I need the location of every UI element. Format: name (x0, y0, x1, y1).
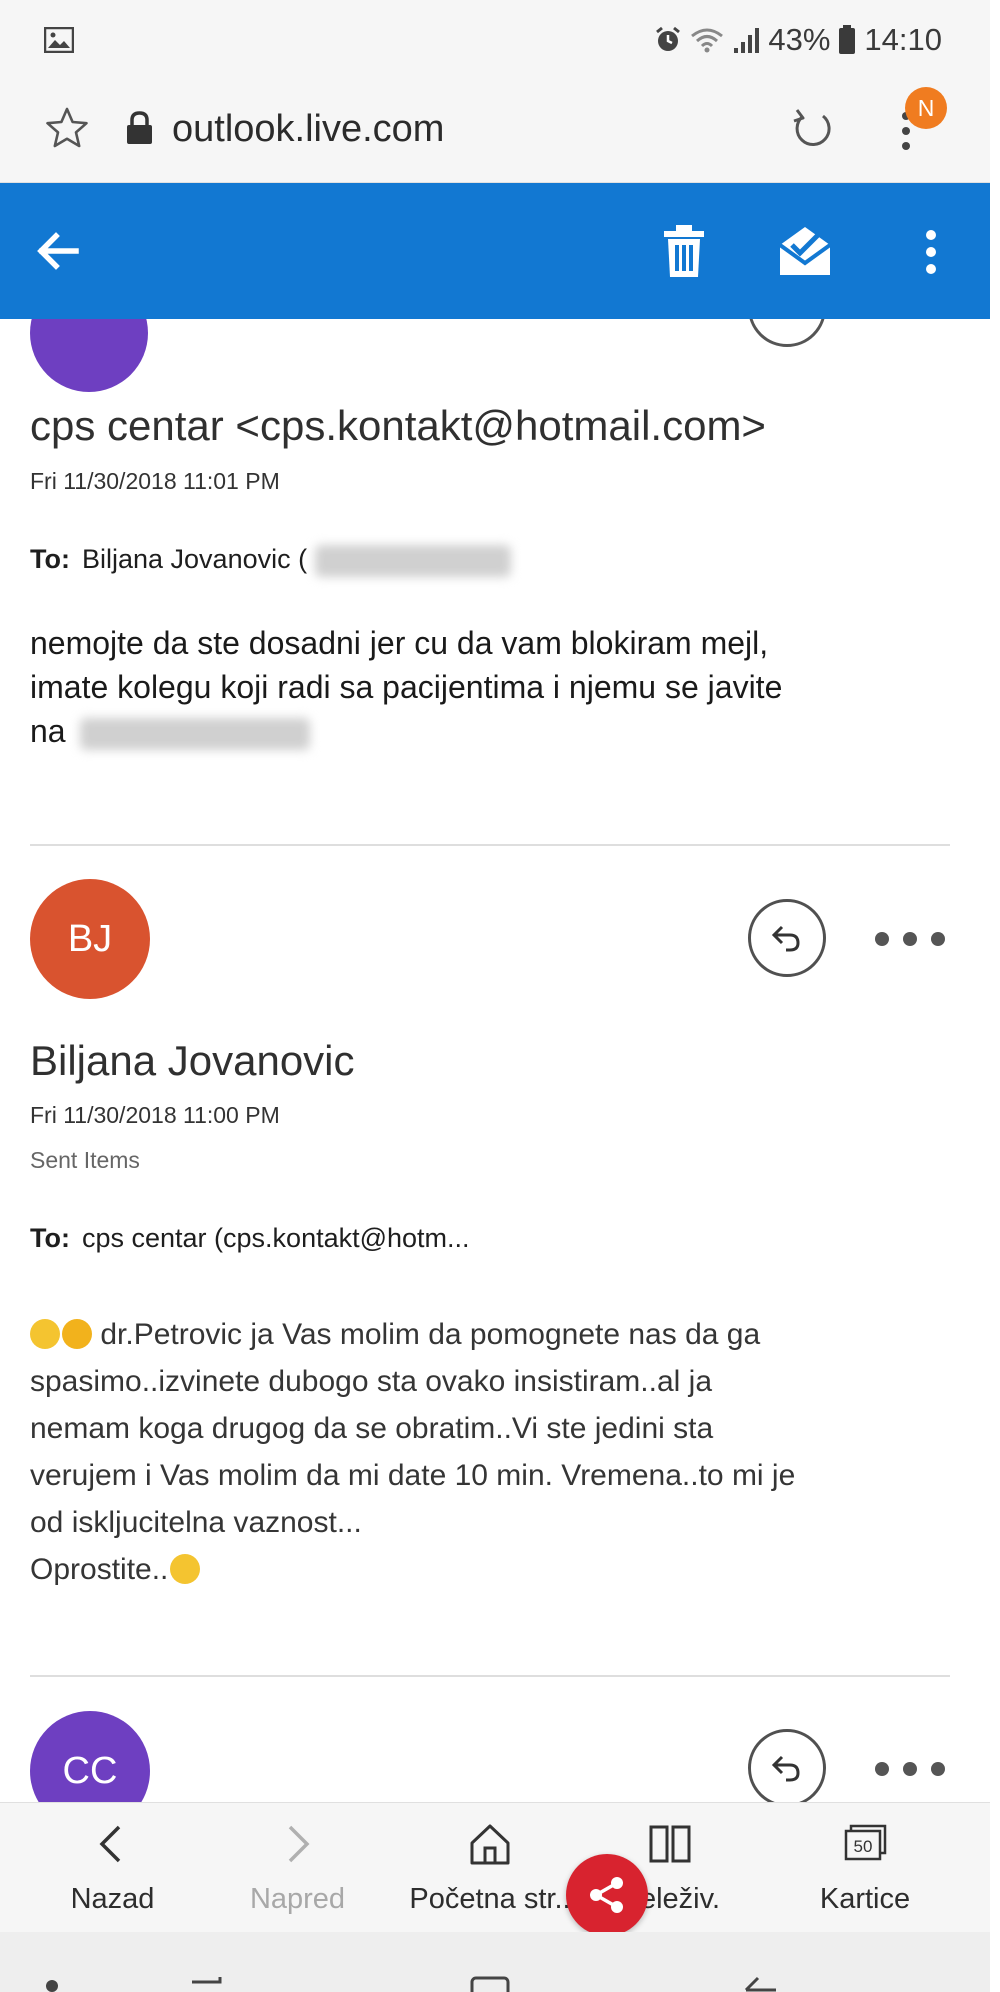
nav-home-button[interactable]: Početna str.. (395, 1803, 585, 1933)
body-line: na (30, 713, 66, 749)
phone-screen: 43% 14:10 outlook.live.com N cps centar … (0, 0, 990, 1992)
back-arrow-icon[interactable] (32, 225, 84, 277)
avatar (30, 319, 148, 392)
body-line: od iskljucitelna vaznost... (30, 1506, 362, 1539)
wifi-icon (691, 28, 724, 53)
to-label: To: (30, 1223, 70, 1253)
recents-icon[interactable] (190, 1976, 230, 1992)
sobbing-emoji-icon (62, 1319, 92, 1349)
notification-badge: N (905, 87, 947, 129)
message-divider (30, 844, 950, 846)
redacted-email (314, 544, 511, 577)
recipient-value: Biljana Jovanovic ( (81, 544, 308, 574)
bookmarks-icon (649, 1825, 691, 1863)
screenshot-frame: 43% 14:10 outlook.live.com N cps centar … (0, 0, 1000, 1992)
status-indicators: 43% 14:10 (654, 22, 942, 58)
tabs-count: 50 (854, 1837, 873, 1856)
nav-tabs-button[interactable]: 50 Kartice (795, 1803, 935, 1933)
browser-bottom-nav: Nazad Napred Početna str.. eleživ. 50 Ka… (0, 1802, 990, 1933)
sender-name: cps centar <cps.kontakt@hotmail.com> (30, 402, 766, 449)
message-divider (30, 1675, 950, 1677)
share-icon (590, 1877, 623, 1913)
message-toolbar (0, 183, 990, 319)
reply-button[interactable] (748, 319, 826, 347)
signal-icon (734, 28, 760, 53)
battery-percent: 43% (768, 22, 831, 57)
redacted-phone (80, 717, 311, 750)
alarm-icon (656, 26, 681, 51)
nav-label: Početna str.. (409, 1883, 571, 1915)
crying-emoji-icon (30, 1319, 60, 1349)
home-icon (470, 1824, 510, 1865)
more-horizontal-icon[interactable] (872, 929, 948, 949)
battery-icon (839, 25, 856, 54)
home-key-icon[interactable] (470, 1976, 510, 1992)
reply-button[interactable] (748, 1729, 826, 1802)
body-line: spasimo..izvinete dubogo sta ovako insis… (30, 1365, 713, 1398)
nav-forward-button[interactable]: Napred (215, 1803, 380, 1933)
body-line: dr.Petrovic ja Vas molim da pomognete na… (92, 1318, 761, 1351)
url-text[interactable]: outlook.live.com (172, 107, 444, 151)
body-line: verujem i Vas molim da mi date 10 min. V… (30, 1459, 796, 1492)
image-icon (44, 27, 74, 53)
body-line: imate kolegu koji radi sa pacijentima i … (30, 669, 783, 705)
back-key-icon[interactable] (740, 1976, 780, 1992)
chevron-right-icon (288, 1825, 310, 1863)
nav-label: Kartice (819, 1883, 911, 1915)
nav-back-button[interactable]: Nazad (30, 1803, 195, 1933)
avatar: CC (30, 1711, 150, 1802)
nav-label: Nazad (70, 1883, 155, 1915)
more-horizontal-icon[interactable] (872, 1759, 948, 1779)
body-line: nemojte da ste dosadni jer cu da vam blo… (30, 625, 769, 661)
recipient-value: cps centar (cps.kontakt@hotm... (81, 1223, 470, 1253)
screenshot-margin (990, 0, 1000, 1992)
chevron-left-icon (99, 1825, 121, 1863)
recipient-line: To: Biljana Jovanovic ( (30, 544, 511, 577)
status-bar: 43% 14:10 (0, 0, 990, 82)
message-date: Fri 11/30/2018 11:01 PM (30, 468, 280, 494)
recipient-line: To: cps centar (cps.kontakt@hotm... (30, 1223, 470, 1254)
trash-icon[interactable] (662, 223, 706, 279)
body-line: nemam koga drugog da se obratim..Vi ste … (30, 1412, 714, 1445)
tabs-icon: 50 (844, 1824, 887, 1861)
reload-icon[interactable] (788, 104, 836, 152)
sender-name: Biljana Jovanovic (30, 1037, 355, 1084)
reply-button[interactable] (748, 899, 826, 977)
nav-label: Napred (249, 1883, 346, 1915)
clock-time: 14:10 (864, 22, 942, 57)
system-nav-bar (0, 1932, 990, 1992)
body-line-first: dr.Petrovic ja Vas molim da pomognete na… (30, 1311, 965, 1358)
body-line: Oprostite.. (30, 1553, 169, 1586)
message-body: nemojte da ste dosadni jer cu da vam blo… (30, 621, 965, 753)
message-folder: Sent Items (30, 1147, 140, 1173)
avatar: BJ (30, 879, 150, 999)
body-line-last: Oprostite.. (30, 1546, 965, 1593)
smiley-emoji-icon (170, 1554, 201, 1584)
body-line-last: na (30, 709, 965, 753)
share-button[interactable] (566, 1854, 648, 1936)
reply-icon (771, 1755, 800, 1782)
star-icon[interactable] (44, 105, 90, 151)
message-thread[interactable]: cps centar <cps.kontakt@hotmail.com> Fri… (0, 319, 990, 1802)
to-label: To: (30, 544, 70, 574)
reply-icon (771, 925, 800, 952)
recent-apps-dot-icon[interactable] (42, 1972, 62, 1992)
mark-read-icon[interactable] (776, 223, 834, 279)
lock-icon (127, 111, 152, 144)
message-body: dr.Petrovic ja Vas molim da pomognete na… (30, 1311, 965, 1593)
browser-url-bar[interactable]: outlook.live.com N (0, 82, 990, 183)
more-vertical-icon[interactable] (924, 227, 938, 277)
message-date: Fri 11/30/2018 11:00 PM (30, 1102, 280, 1128)
